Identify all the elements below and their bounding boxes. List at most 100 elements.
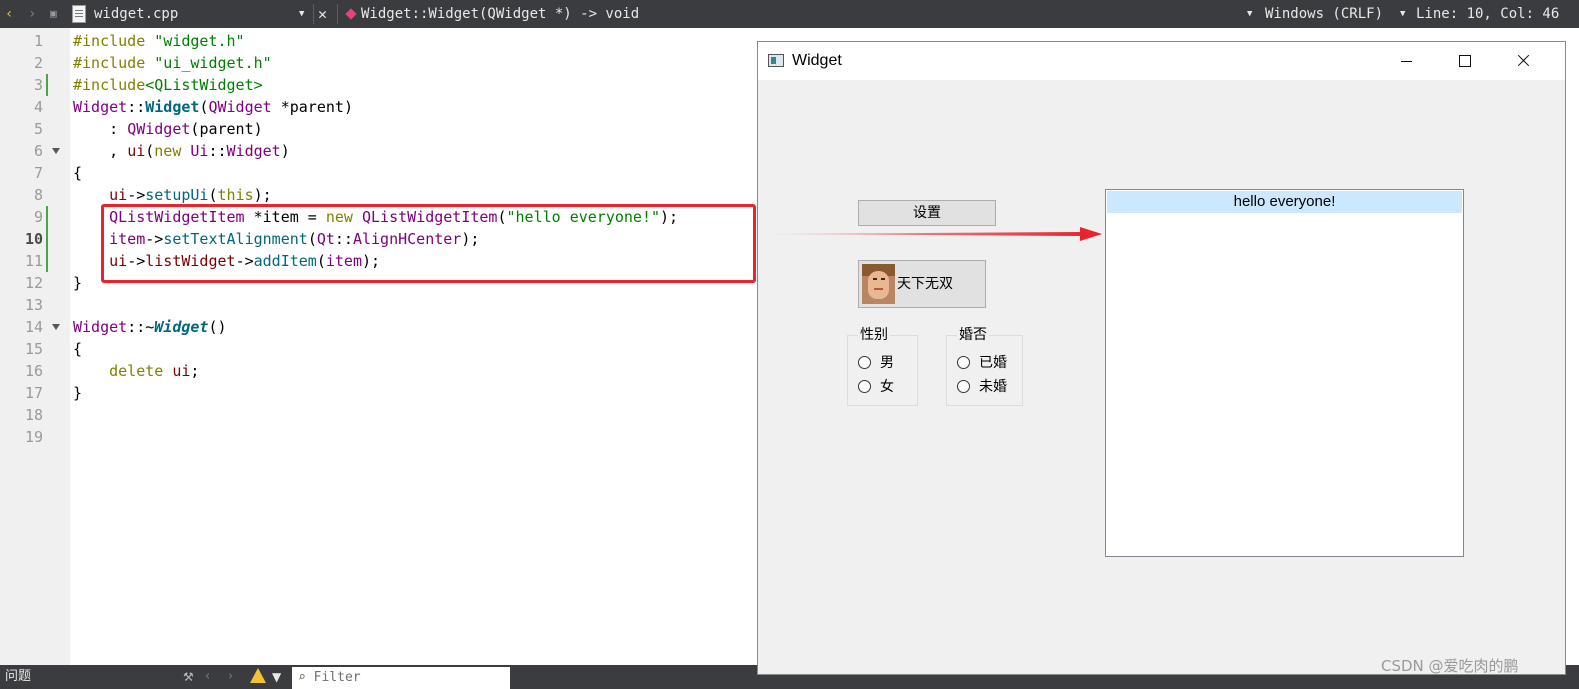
- code-line-8: ui->setupUi(this);: [73, 184, 272, 206]
- filter-placeholder: Filter: [313, 670, 361, 685]
- arrow-head: [1080, 227, 1102, 241]
- encoding-selector[interactable]: Windows (CRLF): [1265, 0, 1383, 28]
- line-number: 3: [33, 76, 43, 94]
- line-number: 17: [24, 384, 43, 402]
- minimize-icon: [1401, 61, 1412, 62]
- code-token: ): [253, 120, 263, 138]
- forward-arrow-icon[interactable]: ›: [28, 0, 36, 28]
- file-dropdown-icon[interactable]: ▼: [299, 0, 304, 28]
- code-token: ::: [127, 98, 146, 116]
- line-number: 1: [33, 32, 43, 50]
- position-dropdown-icon[interactable]: ▼: [1400, 0, 1405, 28]
- code-token: "ui_widget.h": [154, 54, 272, 72]
- lock-icon[interactable]: ▣: [50, 0, 57, 28]
- line-number: 5: [33, 120, 43, 138]
- image-button[interactable]: 天下无双: [858, 260, 986, 308]
- code-line-6: , ui(new Ui::Widget): [73, 140, 290, 162]
- minimize-button[interactable]: [1378, 42, 1436, 80]
- line-number: 2: [33, 54, 43, 72]
- code-token: #include: [73, 76, 146, 94]
- code-token: );: [253, 186, 272, 204]
- line-number: 13: [24, 296, 43, 314]
- line-number: 16: [24, 362, 43, 380]
- function-icon: [345, 8, 357, 20]
- line-number: 12: [24, 274, 43, 292]
- window-titlebar[interactable]: Widget: [758, 42, 1565, 80]
- code-token: ->: [127, 186, 146, 204]
- clear-icon[interactable]: ⚒: [183, 665, 194, 689]
- code-token: Widget: [73, 98, 128, 116]
- image-button-label: 天下无双: [897, 276, 953, 292]
- radio-male[interactable]: 男: [858, 353, 938, 373]
- cursor-position[interactable]: Line: 10, Col: 46: [1416, 0, 1559, 28]
- radio-unmarried[interactable]: 未婚: [957, 377, 1037, 397]
- filter-input[interactable]: ⌕ Filter: [292, 667, 510, 689]
- code-editor[interactable]: #include "widget.h" #include "ui_widget.…: [73, 28, 755, 665]
- modified-line-marker: [46, 228, 48, 250]
- code-token: new: [154, 142, 182, 160]
- radio-female[interactable]: 女: [858, 377, 938, 397]
- filter-funnel-icon[interactable]: ▼: [272, 665, 281, 689]
- file-name[interactable]: widget.cpp: [94, 0, 178, 28]
- prev-icon[interactable]: ‹: [205, 665, 210, 689]
- arrow-shaft: [768, 232, 1083, 236]
- encoding-dropdown-icon[interactable]: ▼: [1247, 0, 1252, 28]
- code-token: Widget: [154, 318, 209, 336]
- line-number: 15: [24, 340, 43, 358]
- marriage-group-title: 婚否: [957, 327, 989, 343]
- close-file-icon[interactable]: ✕: [318, 0, 327, 28]
- code-line-17: }: [73, 382, 82, 404]
- annotation-arrow: [768, 227, 1102, 241]
- fold-arrow-icon[interactable]: [52, 148, 60, 154]
- line-number: 14: [24, 318, 43, 336]
- warning-icon[interactable]: [250, 668, 266, 683]
- file-icon: [72, 5, 86, 23]
- code-token: }: [73, 384, 83, 402]
- code-line-16: delete ui;: [73, 360, 199, 382]
- line-number: 9: [33, 208, 43, 226]
- code-token: ;: [190, 362, 200, 380]
- code-token: ): [280, 142, 290, 160]
- code-line-4: Widget::Widget(QWidget *parent): [73, 96, 353, 118]
- code-token: <QListWidget>: [145, 76, 263, 94]
- code-token: :: [73, 120, 128, 138]
- marriage-groupbox: 婚否 已婚 未婚: [946, 327, 1023, 406]
- line-number: 7: [33, 164, 43, 182]
- code-token: (): [208, 318, 227, 336]
- watermark: CSDN @爱吃肉的鹏: [1381, 657, 1519, 675]
- code-token: this: [217, 186, 254, 204]
- back-arrow-icon[interactable]: ‹: [5, 0, 13, 28]
- code-line-3: #include<QListWidget>: [73, 74, 263, 96]
- code-token: ::: [208, 142, 227, 160]
- widget-window: Widget 设置 天下无双 性别 男 女 婚否 已婚 未婚 hello eve…: [757, 41, 1566, 675]
- code-token: ui: [127, 142, 146, 160]
- highlight-annotation-box: [101, 204, 756, 283]
- close-button[interactable]: [1494, 42, 1552, 80]
- code-token: parent: [289, 98, 344, 116]
- line-number: 4: [33, 98, 43, 116]
- radio-label: 男: [880, 355, 894, 371]
- code-token: *: [271, 98, 290, 116]
- function-selector[interactable]: Widget::Widget(QWidget *) -> void: [361, 0, 639, 28]
- code-token: Widget: [145, 98, 200, 116]
- code-token: Widget: [226, 142, 281, 160]
- code-token: (: [145, 142, 155, 160]
- code-token: ): [343, 98, 353, 116]
- fold-arrow-icon[interactable]: [52, 324, 60, 330]
- code-token: Widget: [73, 318, 128, 336]
- window-title: Widget: [792, 52, 842, 69]
- problems-tab[interactable]: 问题: [5, 665, 31, 689]
- radio-married[interactable]: 已婚: [957, 353, 1037, 373]
- maximize-button[interactable]: [1436, 42, 1494, 80]
- next-icon[interactable]: ›: [228, 665, 233, 689]
- code-token: QWidget: [208, 98, 272, 116]
- list-item[interactable]: hello everyone!: [1107, 191, 1462, 213]
- code-token: QWidget: [127, 120, 191, 138]
- list-widget[interactable]: hello everyone!: [1105, 189, 1464, 557]
- code-token: {: [73, 340, 83, 358]
- code-token: "widget.h": [154, 32, 245, 50]
- gender-group-title: 性别: [858, 327, 890, 343]
- maximize-icon: [1459, 55, 1471, 67]
